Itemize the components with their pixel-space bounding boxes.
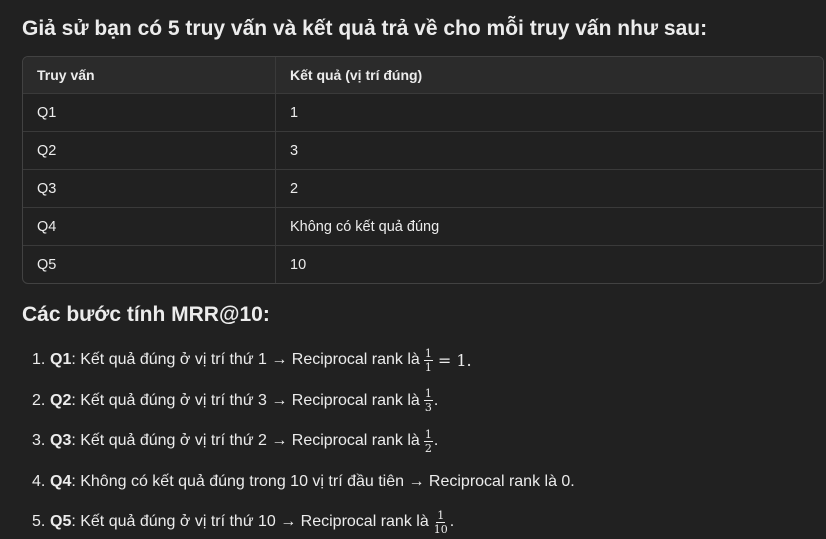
list-item: 2. Q2: Kết quả đúng ở vị trí thứ 3 → Rec…: [22, 381, 575, 422]
intro-heading: Giả sử bạn có 5 truy vấn và kết quả trả …: [22, 17, 708, 40]
steps-heading: Các bước tính MRR@10:: [22, 303, 270, 326]
list-item: 3. Q3: Kết quả đúng ở vị trí thứ 2 → Rec…: [22, 421, 575, 462]
steps-list: 1. Q1: Kết quả đúng ở vị trí thứ 1 → Rec…: [22, 340, 575, 539]
cell-result: 10: [290, 256, 307, 273]
cell-result: 2: [275, 169, 823, 208]
math-tail: = 1.: [437, 350, 472, 370]
column-header-result: Kết quả (vị trí đúng): [275, 57, 823, 94]
query-label: Q4: [50, 472, 72, 490]
table-row: Q5 10: [23, 245, 823, 283]
math-tail: .: [433, 432, 439, 450]
cell-query: Q2: [23, 131, 276, 170]
list-number: 5.: [32, 513, 46, 531]
math-tail: .: [449, 513, 455, 531]
list-item: 4. Q4: Không có kết quả đúng trong 10 vị…: [22, 462, 575, 503]
fraction-numerator: 1: [423, 346, 433, 361]
step-text: : Kết quả đúng ở vị trí thứ 10 → Recipro…: [71, 513, 429, 531]
results-table: Truy vấn Kết quả (vị trí đúng) Q1 1 Q2 3…: [22, 56, 824, 284]
fraction-denominator: 3: [424, 401, 432, 415]
query-label: Q5: [50, 513, 72, 531]
fraction: 11: [423, 346, 433, 374]
cell-query: Q5: [23, 245, 276, 283]
fraction-denominator: 10: [433, 522, 448, 536]
fraction-numerator: 1: [423, 387, 433, 402]
cell-result: Không có kết quả đúng: [275, 207, 823, 246]
list-number: 4.: [32, 472, 46, 490]
table-header-row: Truy vấn Kết quả (vị trí đúng): [23, 57, 823, 94]
column-header-query: Truy vấn: [23, 57, 276, 94]
table-row: Q4 Không có kết quả đúng: [23, 207, 823, 246]
cell-query: Q4: [23, 207, 276, 246]
query-label: Q1: [50, 351, 72, 369]
list-item: 5. Q5: Kết quả đúng ở vị trí thứ 10 → Re…: [22, 502, 575, 539]
cell-result: 1: [275, 93, 823, 132]
table-row: Q2 3: [23, 131, 823, 170]
step-text: : Không có kết quả đúng trong 10 vị trí …: [71, 472, 575, 490]
fraction-denominator: 2: [424, 441, 432, 455]
cell-result: 3: [275, 131, 823, 170]
list-number: 2.: [32, 391, 46, 409]
math-tail: .: [433, 391, 439, 409]
fraction-numerator: 1: [436, 508, 446, 523]
fraction: 1 10: [433, 510, 449, 535]
table-row: Q3 2: [23, 169, 823, 208]
query-label: Q2: [50, 391, 72, 409]
step-text: : Kết quả đúng ở vị trí thứ 1 → Reciproc…: [71, 351, 420, 369]
step-text: : Kết quả đúng ở vị trí thứ 3 → Reciproc…: [71, 391, 420, 409]
list-number: 1.: [32, 351, 46, 369]
list-number: 3.: [32, 432, 46, 450]
fraction: 13: [423, 387, 433, 415]
step-text: : Kết quả đúng ở vị trí thứ 2 → Reciproc…: [71, 432, 420, 450]
fraction-denominator: 1: [424, 360, 432, 374]
cell-query: Q1: [23, 93, 276, 132]
table-row: Q1 1: [23, 93, 823, 132]
cell-query: Q3: [23, 169, 276, 208]
query-label: Q3: [50, 432, 72, 450]
list-item: 1. Q1: Kết quả đúng ở vị trí thứ 1 → Rec…: [22, 340, 575, 381]
fraction-numerator: 1: [423, 427, 433, 442]
fraction: 12: [423, 427, 433, 455]
